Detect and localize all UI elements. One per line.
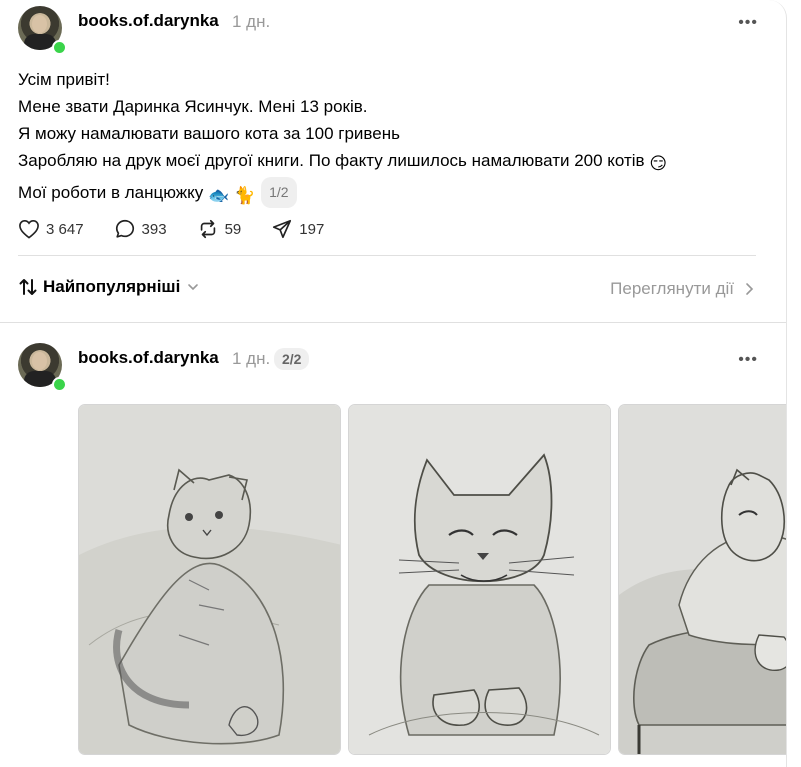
- cat-drawing-3[interactable]: [618, 404, 786, 755]
- section-divider: [0, 322, 786, 323]
- post-text-line: Мої роботи в ланцюжку: [18, 183, 204, 202]
- share-icon: [273, 219, 292, 239]
- post-text-line: Усім привіт!: [18, 70, 110, 89]
- cat-drawing-2[interactable]: [348, 404, 611, 755]
- post-time[interactable]: 1 дн.: [232, 12, 270, 32]
- smirk-emoji: 😏: [649, 154, 668, 173]
- post-text-line: Заробляю на друк моєї другої книги. По ф…: [18, 151, 645, 170]
- cat-drawing-1[interactable]: [78, 404, 341, 755]
- chevron-right-icon: [746, 283, 754, 295]
- chevron-down-icon: [188, 284, 199, 291]
- post-text: Усім привіт! Мене звати Даринка Ясинчук.…: [18, 66, 758, 209]
- username[interactable]: books.of.darynka: [78, 348, 219, 368]
- avatar-face: [32, 352, 47, 370]
- online-status-dot: [52, 377, 67, 392]
- view-activity-link[interactable]: Переглянути дії: [610, 279, 756, 299]
- sort-label: Найпопулярніші: [43, 277, 181, 296]
- image-carousel[interactable]: [78, 404, 786, 755]
- post-header-2: books.of.darynka 1 дн. 2/2 •••: [18, 343, 758, 392]
- scrollbar-thumb[interactable]: [791, 20, 797, 140]
- thread-chip: 2/2: [274, 348, 310, 370]
- post-text-line: Мене звати Даринка Ясинчук. Мені 13 рокі…: [18, 97, 368, 116]
- post-header: books.of.darynka 1 дн. •••: [18, 6, 758, 55]
- online-status-dot: [52, 40, 67, 55]
- post-text-line-4: Заробляю на друк моєї другої книги. По ф…: [18, 147, 758, 177]
- view-activity-label: Переглянути дії: [610, 279, 734, 298]
- comment-button[interactable]: 393: [114, 218, 167, 240]
- feed-card: books.of.darynka 1 дн. ••• Усім привіт! …: [0, 0, 787, 767]
- fish-emoji: 🐟: [208, 186, 230, 205]
- comment-icon: [115, 219, 134, 238]
- post-text-line: Я можу намалювати вашого кота за 100 гри…: [18, 124, 400, 143]
- comment-count: 393: [141, 220, 167, 238]
- divider: [18, 255, 756, 256]
- like-button[interactable]: 3 647: [18, 219, 84, 239]
- sort-dropdown[interactable]: Найпопулярніші: [18, 277, 200, 297]
- post-time[interactable]: 1 дн.: [232, 349, 270, 369]
- post-actions: 3 647 393 59 197: [18, 216, 354, 242]
- sort-row: Найпопулярніші Переглянути дії: [18, 277, 756, 303]
- more-icon[interactable]: •••: [738, 14, 758, 32]
- share-button[interactable]: 197: [271, 218, 324, 240]
- cat-emoji: 🐈: [233, 186, 256, 205]
- scrollbar[interactable]: [787, 0, 801, 767]
- sort-icon: [19, 279, 37, 295]
- repost-button[interactable]: 59: [197, 218, 242, 240]
- repost-count: 59: [224, 220, 242, 238]
- post-text-line-5: Мої роботи в ланцюжку 🐟 🐈 1/2: [18, 177, 758, 209]
- thread-chip: 1/2: [261, 177, 297, 208]
- avatar-face: [32, 15, 47, 33]
- share-count: 197: [299, 220, 325, 238]
- repost-icon: [200, 219, 215, 239]
- like-count: 3 647: [46, 220, 84, 238]
- more-icon[interactable]: •••: [738, 351, 758, 369]
- username[interactable]: books.of.darynka: [78, 11, 219, 31]
- heart-icon: [19, 219, 39, 239]
